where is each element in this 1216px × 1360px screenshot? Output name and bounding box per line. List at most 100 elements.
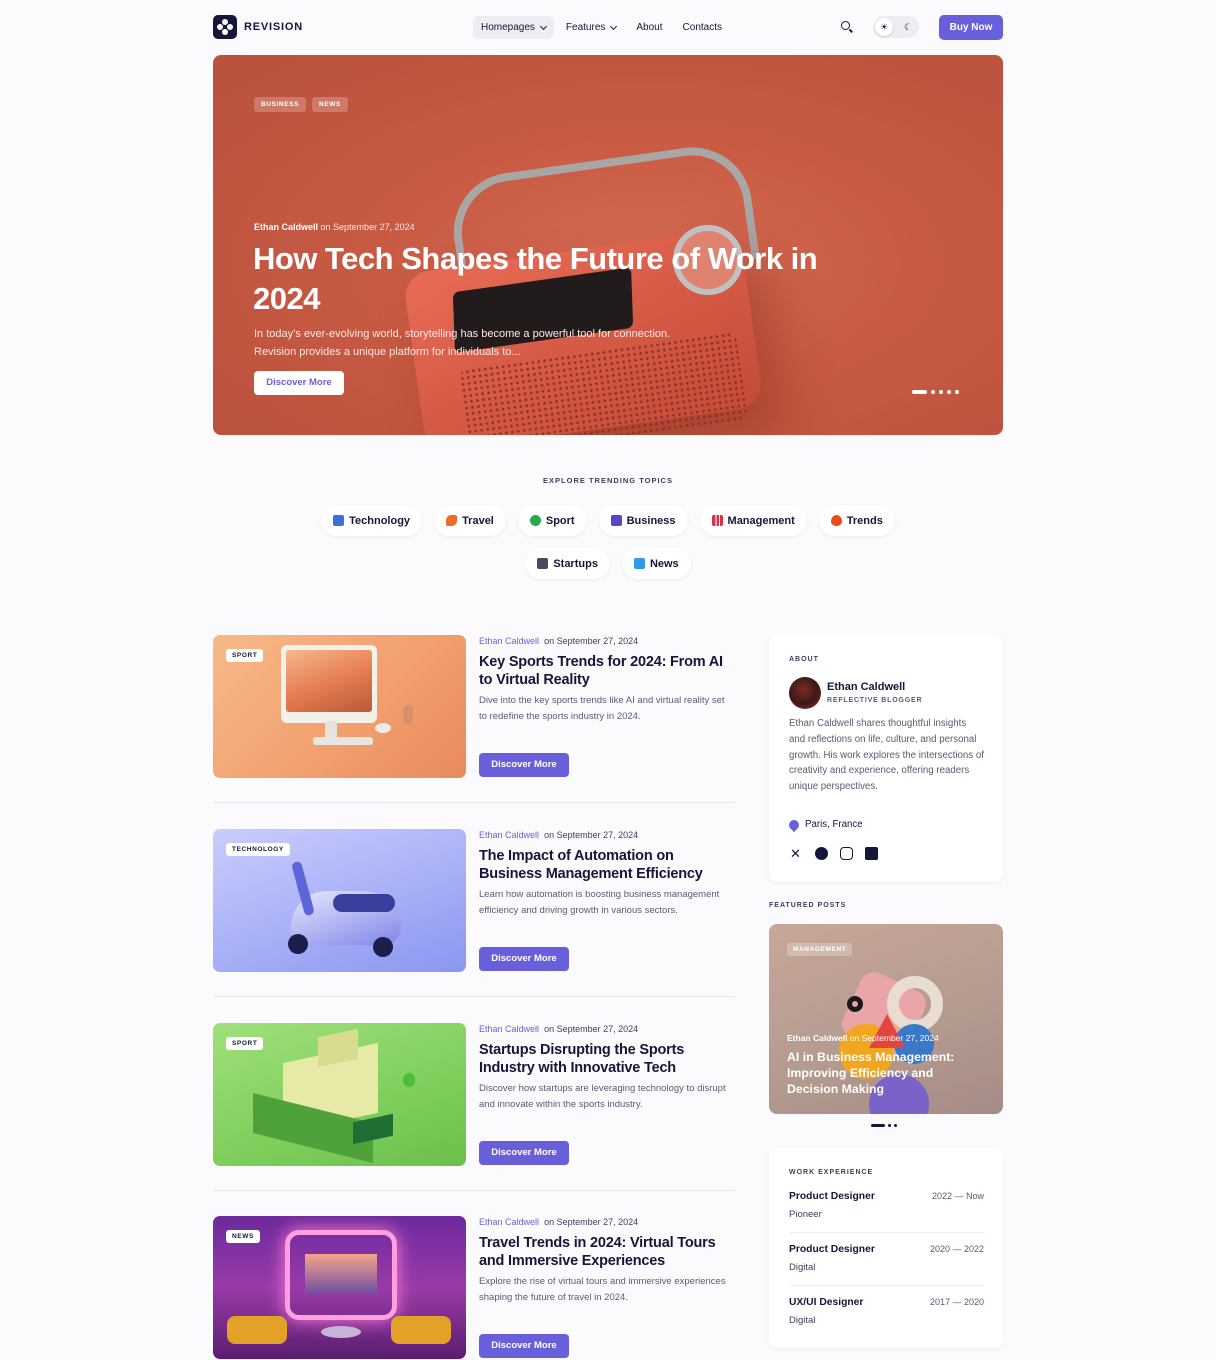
social-links: ✕ <box>790 847 878 860</box>
article-title[interactable]: Travel Trends in 2024: Virtual Tours and… <box>479 1234 729 1270</box>
topic-travel[interactable]: Travel <box>434 505 506 536</box>
hero-description: In today’s ever-evolving world, storytel… <box>254 328 671 358</box>
featured-title[interactable]: AI in Business Management: Improving Eff… <box>787 1049 987 1097</box>
divider <box>789 1232 984 1233</box>
topics-row: Technology Travel Sport Business Managem… <box>0 505 1216 536</box>
discover-more-button[interactable]: Discover More <box>479 1334 569 1358</box>
about-bio: Ethan Caldwell shares thoughtful insight… <box>789 718 984 793</box>
discover-more-button[interactable]: Discover More <box>479 753 569 777</box>
article-image[interactable]: NEWS <box>213 1216 466 1359</box>
article-date: on September 27, 2024 <box>544 1217 639 1227</box>
topic-business[interactable]: Business <box>598 505 688 536</box>
theme-toggle[interactable]: ☀ ☾ <box>873 16 919 38</box>
slider-dot-active[interactable] <box>871 1124 885 1127</box>
hero-tag[interactable]: BUSINESS <box>254 97 307 112</box>
slider-dot[interactable] <box>939 390 943 394</box>
article-meta: Ethan Caldwell on September 27, 2024 <box>479 636 638 646</box>
slider-dot[interactable] <box>894 1124 897 1127</box>
article-date: on September 27, 2024 <box>544 1024 639 1034</box>
discover-more-button[interactable]: Discover More <box>479 947 569 971</box>
article-category-badge[interactable]: TECHNOLOGY <box>226 843 290 856</box>
featured-post-card[interactable]: MANAGEMENT Ethan Caldwell on September 2… <box>769 924 1003 1114</box>
nav-item-about[interactable]: About <box>628 16 670 39</box>
hero-date: on September 27, 2024 <box>320 222 415 232</box>
search-icon[interactable] <box>840 20 854 34</box>
topic-startups[interactable]: Startups <box>525 548 610 579</box>
article-description: Learn how automation is boosting busines… <box>479 889 720 916</box>
about-card: ABOUT Ethan Caldwell REFLECTIVE BLOGGER … <box>769 635 1003 882</box>
job-years: 2022 — Now <box>931 1191 984 1201</box>
featured-author[interactable]: Ethan Caldwell <box>787 1033 847 1043</box>
nav-item-homepages[interactable]: Homepages <box>473 16 554 39</box>
linkedin-icon[interactable] <box>865 847 878 860</box>
briefcase-icon <box>610 515 622 526</box>
nav-item-features[interactable]: Features <box>558 16 624 39</box>
article-author[interactable]: Ethan Caldwell <box>479 1024 539 1034</box>
hero-tag[interactable]: NEWS <box>312 97 348 112</box>
slider-dot[interactable] <box>931 390 935 394</box>
article-card: SPORT Ethan Caldwell on September 27, 20… <box>213 1023 735 1166</box>
fire-icon <box>830 515 842 526</box>
facebook-icon[interactable] <box>815 847 828 860</box>
article-author[interactable]: Ethan Caldwell <box>479 830 539 840</box>
location-pin-icon <box>786 817 802 832</box>
instagram-icon[interactable] <box>840 847 853 860</box>
job-company: Digital <box>789 1262 816 1273</box>
topic-label: Sport <box>545 514 575 527</box>
article-category-badge[interactable]: SPORT <box>226 649 264 662</box>
article-card: NEWS Ethan Caldwell on September 27, 202… <box>213 1216 735 1359</box>
hero-tags: BUSINESS NEWS <box>254 97 348 112</box>
slider-dot[interactable] <box>888 1124 891 1127</box>
buy-now-button[interactable]: Buy Now <box>939 15 1003 40</box>
featured-category-badge[interactable]: MANAGEMENT <box>787 943 853 956</box>
slider-dot-active[interactable] <box>912 390 927 394</box>
slider-dot[interactable] <box>955 390 959 394</box>
logo[interactable]: REVISION <box>213 15 303 39</box>
article-title[interactable]: Key Sports Trends for 2024: From AI to V… <box>479 653 729 689</box>
featured-label: FEATURED POSTS <box>769 902 847 909</box>
moon-icon[interactable]: ☾ <box>899 18 917 36</box>
divider <box>789 1285 984 1286</box>
sun-icon[interactable]: ☀ <box>875 18 893 36</box>
topic-trends[interactable]: Trends <box>818 505 895 536</box>
hero-title[interactable]: How Tech Shapes the Future of Work in 20… <box>253 239 873 319</box>
hero-banner[interactable]: BUSINESS NEWS Ethan Caldwell on Septembe… <box>213 55 1003 435</box>
discover-more-button[interactable]: Discover More <box>479 1141 569 1165</box>
article-title[interactable]: The Impact of Automation on Business Man… <box>479 847 729 883</box>
job-years: 2017 — 2020 <box>929 1297 984 1307</box>
topics-row: Startups News <box>0 548 1216 579</box>
article-category-badge[interactable]: SPORT <box>226 1037 264 1050</box>
work-experience-card: WORK EXPERIENCE Product Designer Pioneer… <box>769 1148 1003 1348</box>
topic-management[interactable]: Management <box>699 505 807 536</box>
slider-dot[interactable] <box>947 390 951 394</box>
main-nav: Homepages Features About Contacts <box>473 16 734 39</box>
x-icon[interactable]: ✕ <box>790 847 803 860</box>
topic-sport[interactable]: Sport <box>517 505 587 536</box>
hero-author[interactable]: Ethan Caldwell <box>254 222 318 232</box>
hero-discover-button[interactable]: Discover More <box>254 371 344 395</box>
avatar[interactable] <box>789 677 821 709</box>
topic-news[interactable]: News <box>621 548 691 579</box>
article-author[interactable]: Ethan Caldwell <box>479 1217 539 1227</box>
article-image[interactable]: SPORT <box>213 635 466 778</box>
article-description: Dive into the key sports trends like AI … <box>479 695 725 722</box>
nav-label: Contacts <box>682 22 722 33</box>
nav-label: Homepages <box>481 22 535 33</box>
featured-slider-dots <box>871 1124 897 1127</box>
job-years: 2020 — 2022 <box>929 1244 984 1254</box>
topic-label: News <box>649 557 679 570</box>
topic-label: Trends <box>846 514 883 527</box>
topic-technology[interactable]: Technology <box>321 505 423 536</box>
featured-date: on September 27, 2024 <box>849 1033 939 1043</box>
brand-name: REVISION <box>244 21 303 33</box>
job-company: Pioneer <box>789 1209 822 1220</box>
article-image[interactable]: SPORT <box>213 1023 466 1166</box>
hero-meta: Ethan Caldwell on September 27, 2024 <box>254 222 415 232</box>
article-title[interactable]: Startups Disrupting the Sports Industry … <box>479 1041 729 1077</box>
article-author[interactable]: Ethan Caldwell <box>479 636 539 646</box>
chevron-down-icon <box>610 22 618 30</box>
nav-item-contacts[interactable]: Contacts <box>675 16 730 39</box>
article-category-badge[interactable]: NEWS <box>226 1230 260 1243</box>
article-image[interactable]: TECHNOLOGY <box>213 829 466 972</box>
about-name[interactable]: Ethan Caldwell <box>827 681 905 693</box>
